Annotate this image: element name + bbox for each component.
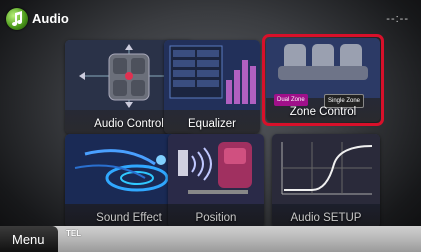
audio-screen: Audio --:-- Audio Control Equalizer Dual… (0, 0, 421, 252)
highlight-frame (262, 34, 384, 126)
audio-setup-label: Audio SETUP (290, 212, 362, 224)
equalizer-button[interactable]: Equalizer (164, 40, 260, 134)
bottom-bar: Menu TEL (0, 226, 421, 252)
equalizer-icon (164, 40, 260, 110)
audio-setup-graph-icon (272, 134, 380, 204)
header: Audio --:-- (0, 0, 421, 34)
music-note-icon (6, 8, 28, 30)
page-title: Audio (32, 11, 69, 26)
position-icon (168, 134, 264, 204)
audio-setup-button[interactable]: Audio SETUP (272, 134, 380, 228)
position-label: Position (195, 212, 237, 224)
menu-label: Menu (12, 232, 45, 247)
equalizer-label: Equalizer (188, 118, 236, 130)
position-button[interactable]: Position (168, 134, 264, 228)
menu-button[interactable]: Menu (0, 226, 58, 252)
tel-indicator: TEL (66, 229, 82, 238)
clock: --:-- (386, 13, 409, 25)
